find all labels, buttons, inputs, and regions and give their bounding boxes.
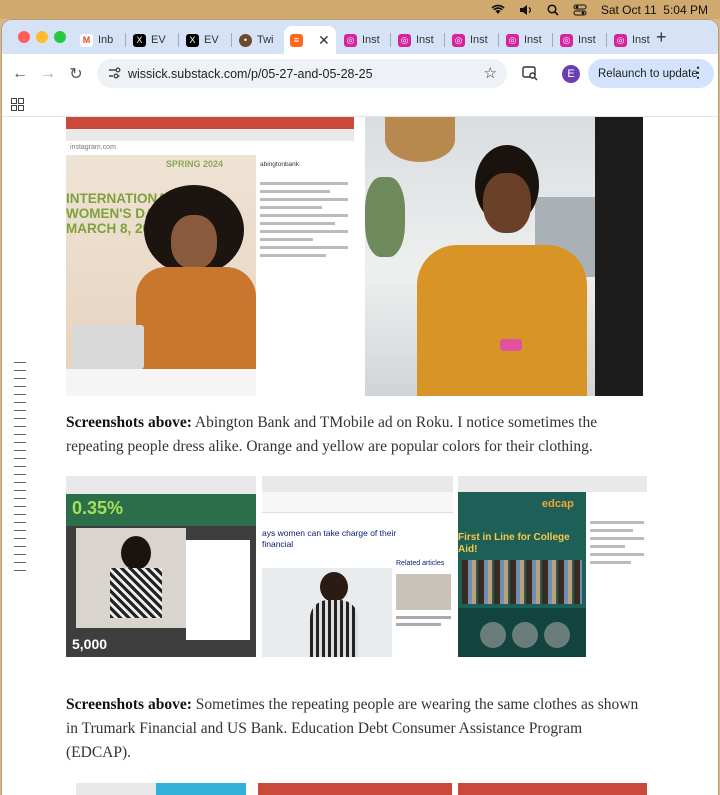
tab-instagram-5[interactable]: ◎ Inst xyxy=(554,26,604,54)
abington-bank-screenshot[interactable]: instagram.com SPRING 2024 INTERNATIONAL … xyxy=(66,117,354,396)
instagram-icon: ◎ xyxy=(452,33,465,47)
bookmark-star-icon[interactable]: ☆ xyxy=(484,64,497,82)
volume-icon[interactable] xyxy=(519,4,533,16)
reload-icon[interactable]: ↻ xyxy=(66,64,86,84)
caption-1: Screenshots above: Abington Bank and TMo… xyxy=(66,411,646,459)
twitter-avatar-icon: • xyxy=(239,33,252,47)
next-screenshot-3[interactable] xyxy=(458,783,647,795)
next-screenshot-1[interactable] xyxy=(76,783,246,795)
new-tab-icon[interactable]: + xyxy=(656,27,667,48)
site-info-icon[interactable] xyxy=(107,66,121,85)
tab-search-icon[interactable] xyxy=(522,65,538,86)
edcap-logo: edcap xyxy=(542,498,574,510)
relaunch-label: Relaunch to update xyxy=(598,67,698,80)
article-content: instagram.com SPRING 2024 INTERNATIONAL … xyxy=(2,117,718,795)
x-icon: X xyxy=(186,33,199,47)
zoom-window-button[interactable] xyxy=(54,31,66,43)
tab-strip: M Inb X EV X EV • Twi ≡ ✕ ◎ Inst ◎ Inst xyxy=(2,20,718,54)
instagram-caption-panel: abingtonbank xyxy=(256,155,354,396)
trumark-financial-screenshot[interactable]: 0.35% 5,000 xyxy=(66,476,256,657)
menu-bar: Sat Oct 11 5:04 PM xyxy=(0,0,720,19)
tmobile-roku-ad-photo[interactable] xyxy=(365,117,643,396)
bookmarks-bar xyxy=(2,94,718,117)
tab-label: Inst xyxy=(416,34,434,46)
close-window-button[interactable] xyxy=(18,31,30,43)
url-text: wissick.substack.com/p/05-27-and-05-28-2… xyxy=(128,66,373,81)
instagram-icon: ◎ xyxy=(398,33,411,47)
relaunch-button[interactable]: Relaunch to update ⋮ xyxy=(588,59,714,88)
profile-avatar[interactable]: E xyxy=(562,65,580,83)
tab-label: Inst xyxy=(470,34,488,46)
more-menu-icon[interactable]: ⋮ xyxy=(691,64,705,81)
tab-twitter[interactable]: • Twi xyxy=(233,26,281,54)
table-of-contents-rail[interactable] xyxy=(14,362,26,578)
tab-label: Inst xyxy=(632,34,650,46)
gmail-icon: M xyxy=(80,33,93,47)
caption-2: Screenshots above: Sometimes the repeati… xyxy=(66,693,646,765)
browser-toolbar: ← → ↻ wissick.substack.com/p/05-27-and-0… xyxy=(2,54,718,94)
tab-label: Inst xyxy=(362,34,380,46)
instagram-icon: ◎ xyxy=(560,33,573,47)
tab-label: Inb xyxy=(98,34,114,46)
caption-2-label: Screenshots above: xyxy=(66,696,192,713)
tab-substack-active[interactable]: ≡ ✕ xyxy=(284,26,336,54)
amount-text: 5,000 xyxy=(72,636,108,652)
substack-icon: ≡ xyxy=(290,33,303,47)
browser-window: M Inb X EV X EV • Twi ≡ ✕ ◎ Inst ◎ Inst xyxy=(2,20,718,795)
apps-grid-icon[interactable] xyxy=(11,98,24,116)
rate-text: 0.35% xyxy=(72,498,124,518)
control-center-icon[interactable] xyxy=(573,4,587,16)
forward-icon[interactable]: → xyxy=(38,64,58,84)
clock[interactable]: Sat Oct 11 5:04 PM xyxy=(601,3,708,17)
tab-instagram-6[interactable]: ◎ Inst xyxy=(608,26,656,54)
instagram-icon: ◎ xyxy=(614,33,627,47)
tab-close-icon[interactable]: ✕ xyxy=(318,32,330,49)
search-icon[interactable] xyxy=(547,3,559,16)
tab-instagram-1[interactable]: ◎ Inst xyxy=(338,26,388,54)
instagram-icon: ◎ xyxy=(344,33,357,47)
tab-label: EV xyxy=(151,34,166,46)
instagram-icon: ◎ xyxy=(506,33,519,47)
wifi-icon[interactable] xyxy=(491,4,505,15)
tab-instagram-2[interactable]: ◎ Inst xyxy=(392,26,442,54)
edcap-headline: First in Line for College Aid! xyxy=(458,532,570,555)
tab-label: Twi xyxy=(257,34,274,46)
tab-gmail[interactable]: M Inb xyxy=(74,26,122,54)
instagram-url-bar: instagram.com xyxy=(66,141,354,155)
edcap-screenshot[interactable]: edcap First in Line for College Aid! xyxy=(458,476,647,657)
tab-x-2[interactable]: X EV xyxy=(180,26,228,54)
tab-label: Inst xyxy=(524,34,542,46)
us-bank-headline: ays women can take charge of their finan… xyxy=(262,528,397,549)
back-icon[interactable]: ← xyxy=(10,64,30,84)
caption-1-label: Screenshots above: xyxy=(66,414,192,431)
x-icon: X xyxy=(133,33,146,47)
minimize-window-button[interactable] xyxy=(36,31,48,43)
related-articles-title: Related articles xyxy=(396,560,445,567)
tab-label: EV xyxy=(204,34,219,46)
tab-label: Inst xyxy=(578,34,596,46)
us-bank-screenshot[interactable]: ays women can take charge of their finan… xyxy=(262,476,453,657)
address-bar[interactable]: wissick.substack.com/p/05-27-and-05-28-2… xyxy=(97,59,507,88)
tab-x-1[interactable]: X EV xyxy=(127,26,175,54)
next-screenshot-2[interactable] xyxy=(258,783,452,795)
tab-instagram-4[interactable]: ◎ Inst xyxy=(500,26,550,54)
tab-instagram-3[interactable]: ◎ Inst xyxy=(446,26,496,54)
banner-season: SPRING 2024 xyxy=(166,159,224,169)
